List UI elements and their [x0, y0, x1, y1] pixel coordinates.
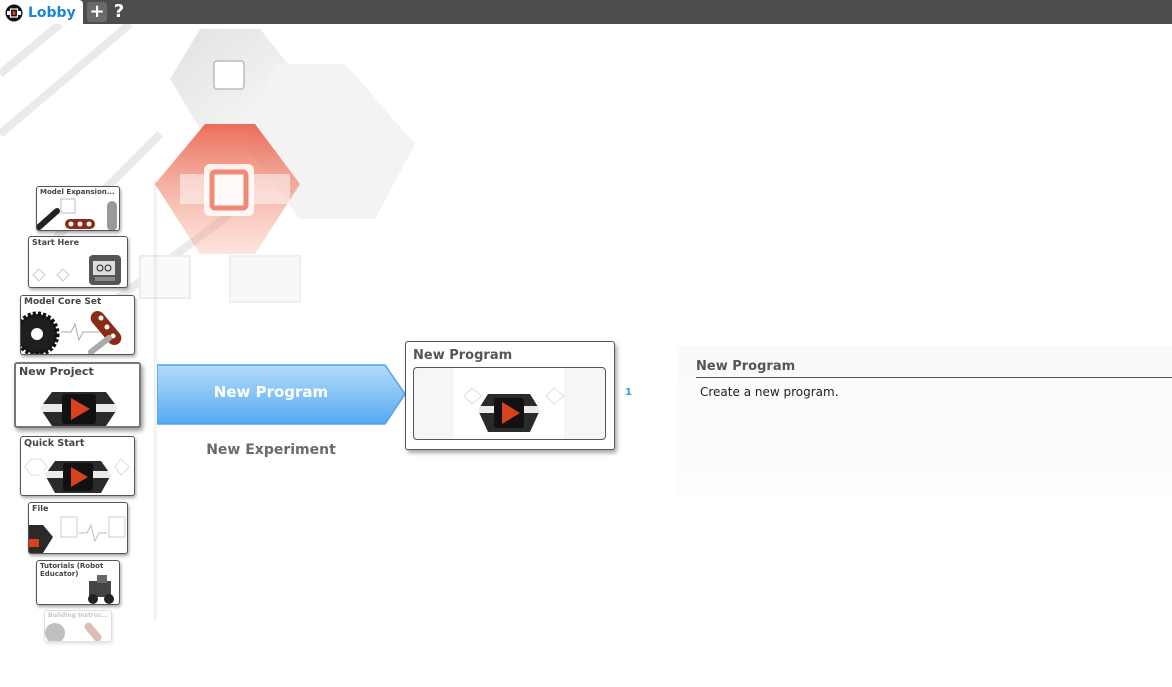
description-text: Create a new program. [700, 385, 839, 399]
selected-item-label[interactable]: New Program [158, 383, 384, 401]
mindstorms-logo-icon [5, 4, 23, 21]
new-program-card-title: New Program [413, 348, 513, 363]
new-program-thumbnail [413, 367, 606, 440]
program-brick-icon [454, 368, 565, 439]
gear-icon [21, 311, 122, 354]
new-program-card[interactable]: New Program [405, 341, 615, 450]
robot-face-icon [32, 255, 121, 285]
card-model-core-set[interactable]: Model Core Set [20, 295, 135, 355]
program-brick-icon [24, 458, 130, 493]
card-start-here[interactable]: Start Here [28, 236, 128, 288]
add-tab-button[interactable]: + [87, 2, 107, 22]
card-quick-start[interactable]: Quick Start [20, 436, 135, 496]
card-new-project[interactable]: New Project [14, 362, 141, 428]
lobby-window: Lobby + ? Model Expansion... Start Here … [0, 0, 1172, 687]
card-model-expansion[interactable]: Model Expansion... [36, 186, 120, 231]
file-icon [29, 516, 126, 553]
program-count: 1 [625, 387, 632, 398]
tab-lobby[interactable]: Lobby [0, 0, 83, 25]
tab-lobby-label: Lobby [28, 4, 76, 21]
new-experiment-item[interactable]: New Experiment [158, 442, 384, 458]
gear-beam-icon [37, 198, 117, 230]
tab-bar: Lobby + ? [0, 0, 1172, 25]
robot-educator-icon [88, 575, 114, 604]
program-brick-icon [34, 392, 124, 426]
card-building-instructions[interactable]: Building Instruc... [44, 610, 112, 642]
card-file[interactable]: File [28, 502, 128, 554]
help-button[interactable]: ? [109, 2, 129, 22]
template-carousel: Model Expansion... Start Here Model Core… [12, 180, 158, 650]
gear-icon [45, 622, 102, 641]
card-tutorials[interactable]: Tutorials (Robot Educator) [36, 560, 120, 605]
description-divider [696, 377, 1172, 378]
description-title: New Program [696, 359, 796, 374]
